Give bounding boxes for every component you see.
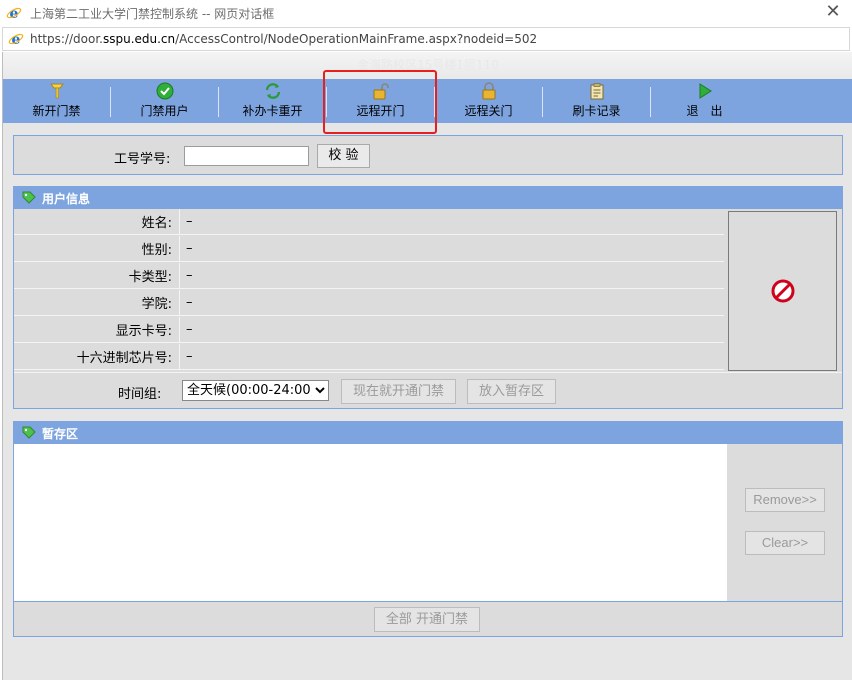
toolbar-item-access-users[interactable]: 门禁用户: [111, 79, 218, 123]
info-row-gender: 性别: –: [14, 236, 724, 262]
toolbar-label: 新开门禁: [32, 104, 81, 118]
clear-button[interactable]: Clear>>: [745, 531, 825, 555]
check-circle-icon: [156, 82, 173, 100]
field-value: –: [186, 268, 193, 283]
staging-header: 暂存区: [14, 422, 842, 444]
user-info-header: 用户信息: [14, 187, 842, 209]
toolbar-label: 远程关门: [464, 104, 513, 118]
user-info-title: 用户信息: [42, 191, 91, 206]
field-value: –: [186, 322, 193, 337]
open-all-button[interactable]: 全部 开通门禁: [374, 607, 480, 632]
refresh-icon: [265, 83, 280, 99]
field-label: 性别:: [141, 243, 172, 258]
toolbar-item-swipe-records[interactable]: 刷卡记录: [543, 79, 650, 123]
field-label: 显示卡号:: [115, 324, 172, 339]
info-row-name: 姓名: –: [14, 209, 724, 235]
no-image-icon: [771, 279, 794, 303]
play-arrow-icon: [699, 83, 712, 99]
user-info-panel: 用户信息 姓名: – 性别: – 卡类型: – 学院: – 显示卡号: – 十六进制芯片号…: [13, 186, 843, 409]
staging-title: 暂存区: [42, 426, 79, 441]
highlight-box: [323, 70, 437, 134]
key-icon: [49, 83, 64, 99]
toolbar-item-new-access[interactable]: 新开门禁: [3, 79, 110, 123]
toolbar-label: 门禁用户: [140, 104, 189, 118]
ie-icon: e: [6, 6, 22, 21]
window-titlebar: e 上海第二工业大学门禁控制系统 -- 网页对话框 ✕: [0, 0, 852, 26]
time-group-row: 时间组: 全天候(00:00-24:00) 现在就开通门禁 放入暂存区: [14, 372, 842, 408]
remove-button[interactable]: Remove>>: [745, 488, 825, 512]
field-label: 十六进制芯片号:: [76, 351, 172, 366]
staging-panel: 暂存区 Remove>> Clear>> 全部 开通门禁: [13, 421, 843, 637]
lock-icon: [482, 82, 495, 100]
id-label: 工号学号:: [114, 152, 171, 167]
url-prefix: https://door.: [30, 32, 103, 46]
toolbar-label: 退 出: [686, 104, 723, 118]
verify-button[interactable]: 校 验: [317, 144, 370, 168]
toolbar-item-remote-close[interactable]: 远程关门: [435, 79, 542, 123]
field-value: –: [186, 349, 193, 364]
window-title: 上海第二工业大学门禁控制系统 -- 网页对话框: [30, 6, 275, 21]
time-group-label: 时间组:: [118, 387, 162, 402]
toolbar-item-exit[interactable]: 退 出: [651, 79, 758, 123]
tag-icon: [22, 191, 36, 204]
info-row-card-type: 卡类型: –: [14, 263, 724, 289]
address-bar: e https://door.sspu.edu.cn/AccessControl…: [2, 27, 850, 51]
staging-list[interactable]: [14, 444, 727, 601]
field-label: 卡类型:: [128, 270, 172, 285]
tag-icon: [22, 426, 36, 439]
field-label: 姓名:: [141, 216, 172, 231]
toolbar-item-reissue-card[interactable]: 补办卡重开: [219, 79, 326, 123]
stash-button[interactable]: 放入暂存区: [467, 379, 556, 404]
url-text: https://door.sspu.edu.cn/AccessControl/N…: [30, 32, 537, 46]
info-row-chip-hex: 十六进制芯片号: –: [14, 344, 724, 370]
clipboard-icon: [590, 83, 603, 100]
page-content: 金海路校区15号楼1层110 新开门禁 门禁用户 补办卡重开 远程开门 远程关门: [2, 52, 852, 680]
open-now-button[interactable]: 现在就开通门禁: [341, 379, 456, 404]
id-input[interactable]: [184, 146, 309, 166]
time-group-select[interactable]: 全天候(00:00-24:00): [182, 380, 329, 401]
info-row-card-number: 显示卡号: –: [14, 317, 724, 343]
field-value: –: [186, 214, 193, 229]
staging-footer: 全部 开通门禁: [14, 601, 842, 636]
field-value: –: [186, 241, 193, 256]
close-icon[interactable]: ✕: [824, 3, 842, 21]
field-label: 学院:: [141, 297, 172, 312]
toolbar-label: 刷卡记录: [572, 104, 621, 118]
url-path: /AccessControl/NodeOperationMainFrame.as…: [175, 32, 538, 46]
toolbar-label: 补办卡重开: [242, 104, 303, 118]
info-row-college: 学院: –: [14, 290, 724, 316]
staging-actions: Remove>> Clear>>: [727, 444, 842, 601]
user-photo: [728, 211, 837, 371]
url-domain: sspu.edu.cn: [102, 32, 176, 46]
verify-panel: 工号学号: 校 验: [13, 135, 843, 175]
field-value: –: [186, 295, 193, 310]
ie-icon: e: [8, 32, 24, 47]
